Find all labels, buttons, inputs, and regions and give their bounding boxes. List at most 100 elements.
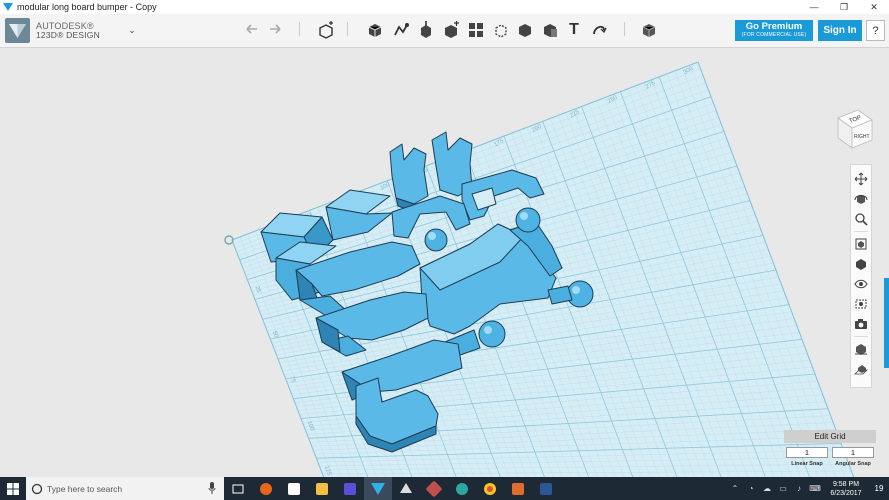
keyboard-icon[interactable]: ⌨: [807, 484, 823, 493]
taskbar-firefox[interactable]: [252, 477, 280, 500]
go-premium-button[interactable]: Go Premium (FOR COMMERCIAL USE): [735, 20, 813, 41]
taskbar-inkscape[interactable]: [392, 477, 420, 500]
snap-button[interactable]: [589, 20, 609, 40]
premium-label: Go Premium: [745, 20, 803, 32]
taskbar-123d-design[interactable]: [364, 477, 392, 500]
sketch-icon: [394, 23, 409, 36]
clock-date: 6/23/2017: [830, 489, 862, 497]
cloud-icon[interactable]: ☁: [759, 484, 775, 493]
taskbar-chrome[interactable]: [476, 477, 504, 500]
help-button[interactable]: ?: [866, 20, 885, 41]
workplane-scene[interactable]: 255075100125150175200225250275300 255075…: [0, 48, 889, 477]
pattern-button[interactable]: [466, 20, 486, 40]
window-title: modular long board bumper - Copy: [17, 2, 157, 12]
snap-to-grid-button[interactable]: [853, 341, 869, 357]
app-logo[interactable]: AUTODESK® 123D® DESIGN: [5, 18, 125, 43]
side-panel-tab[interactable]: [884, 278, 889, 368]
firefox-icon: [260, 482, 272, 495]
measure-icon: [544, 24, 557, 37]
snap-cube-icon: [855, 344, 867, 355]
window-titlebar: modular long board bumper - Copy — ❐ ✕: [0, 0, 889, 14]
cursor-app-icon: [344, 482, 356, 495]
add-primitive-button[interactable]: [316, 20, 336, 40]
camera-icon: [855, 319, 867, 329]
taskbar-app-purple[interactable]: [336, 477, 364, 500]
text-tool-icon: T: [569, 21, 579, 38]
network-icon[interactable]: ◔: [743, 484, 759, 493]
materials-outlines-button[interactable]: [853, 296, 869, 312]
toolbar-separator: [299, 22, 300, 36]
app-menu-chevron-icon[interactable]: ⌄: [125, 25, 139, 36]
fit-icon: [855, 238, 867, 250]
undo-icon: [246, 24, 257, 34]
box-plus-icon: [319, 21, 333, 39]
taskbar-app-r[interactable]: [504, 477, 532, 500]
material-button[interactable]: [639, 20, 659, 40]
folder-icon: [316, 482, 328, 495]
3d-viewport[interactable]: 255075100125150175200225250275300 255075…: [0, 48, 889, 477]
task-view-button[interactable]: [224, 477, 252, 500]
navigation-bar: [850, 164, 872, 388]
linear-snap-input[interactable]: 1: [786, 447, 828, 458]
redo-icon: [270, 24, 281, 34]
close-button[interactable]: ✕: [859, 0, 889, 14]
taskbar-search[interactable]: Type here to search: [26, 477, 224, 500]
undo-button[interactable]: [242, 20, 262, 40]
modify-icon: [445, 21, 459, 38]
zoom-button[interactable]: [853, 211, 869, 227]
task-view-icon: [232, 484, 244, 493]
r-app-icon: [512, 482, 524, 495]
search-icon: [31, 483, 43, 494]
start-button[interactable]: [0, 477, 26, 500]
perspective-icon: [856, 259, 866, 270]
toolbar-separator: [624, 22, 625, 36]
angular-snap-input[interactable]: 1: [832, 447, 874, 458]
clock-time: 9:58 PM: [832, 480, 860, 488]
toolbar-separator: [347, 22, 348, 36]
redo-button[interactable]: [265, 20, 285, 40]
battery-icon[interactable]: ▭: [775, 484, 791, 493]
taskbar-meshmixer[interactable]: [420, 477, 448, 500]
pan-button[interactable]: [853, 171, 869, 187]
construct-button[interactable]: [416, 20, 436, 40]
measure-button[interactable]: [540, 20, 560, 40]
combine-button[interactable]: [515, 20, 535, 40]
meshmixer-icon: [425, 480, 443, 497]
fit-button[interactable]: [853, 236, 869, 252]
taskbar-explorer[interactable]: [308, 477, 336, 500]
pan-icon: [854, 172, 868, 186]
windows-taskbar: Type here to search ⌃ ◔ ☁ ▭ ♪ ⌨ 9:58 PM …: [0, 477, 889, 500]
orbit-button[interactable]: [853, 191, 869, 207]
visibility-button[interactable]: [853, 276, 869, 292]
view-cube-right-label: RIGHT: [854, 134, 870, 140]
sign-in-button[interactable]: Sign In: [818, 20, 862, 41]
taskbar-store[interactable]: [280, 477, 308, 500]
edit-grid-button[interactable]: Edit Grid: [784, 430, 876, 443]
sketch-button[interactable]: [391, 20, 411, 40]
combine-icon: [519, 24, 531, 37]
volume-icon[interactable]: ♪: [791, 484, 807, 493]
grid-settings-button[interactable]: [853, 361, 869, 377]
primitives-button[interactable]: [365, 20, 385, 40]
zoom-icon: [855, 213, 868, 226]
logo-mark-icon: [5, 18, 30, 43]
text-button[interactable]: T: [564, 20, 584, 40]
clock[interactable]: 9:58 PM 6/23/2017: [823, 480, 869, 498]
outlines-icon: [855, 299, 867, 309]
chevron-up-icon[interactable]: ⌃: [727, 484, 743, 493]
screenshot-button[interactable]: [853, 316, 869, 332]
grouping-button[interactable]: [491, 20, 511, 40]
maximize-button[interactable]: ❐: [829, 0, 859, 14]
premium-sublabel: (FOR COMMERCIAL USE): [741, 31, 807, 38]
taskbar-word[interactable]: [532, 477, 560, 500]
taskbar-app-teal[interactable]: [448, 477, 476, 500]
view-cube[interactable]: TOP RIGHT: [832, 106, 876, 152]
minimize-button[interactable]: —: [799, 0, 829, 14]
app-logo-icon: [3, 3, 13, 11]
notifications-badge[interactable]: 19: [869, 484, 889, 493]
ortho-button[interactable]: [853, 256, 869, 272]
navbar-separator: [854, 336, 868, 337]
modify-button[interactable]: [441, 20, 461, 40]
microphone-icon[interactable]: [208, 482, 216, 494]
angular-snap-label: Angular Snap: [835, 461, 871, 467]
